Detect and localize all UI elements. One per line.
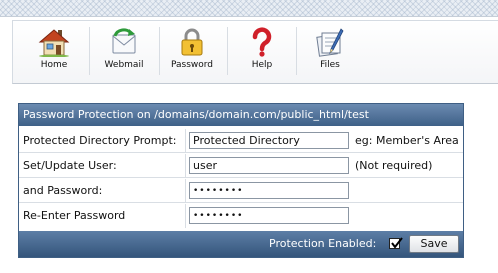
protection-enabled-checkbox[interactable] — [389, 237, 403, 249]
top-pattern-strip — [0, 0, 498, 16]
toolbar-label: Files — [320, 60, 340, 70]
column-divider — [185, 154, 186, 177]
user-label: Set/Update User: — [23, 159, 117, 172]
toolbar-webmail-button[interactable]: Webmail — [97, 21, 151, 83]
column-divider — [185, 179, 186, 202]
webmail-icon — [112, 28, 136, 54]
confirm-password-input[interactable]: •••••••• — [189, 207, 349, 224]
prompt-row: Protected Directory Prompt: Protected Di… — [19, 129, 463, 153]
toolbar-divider — [227, 27, 228, 75]
toolbar-divider — [89, 27, 90, 75]
panel-footer: Protection Enabled: Save — [19, 231, 463, 257]
prompt-hint: eg: Member's Area — [355, 134, 459, 147]
help-icon — [252, 27, 272, 57]
password-input[interactable]: •••••••• — [189, 182, 349, 199]
lock-icon — [181, 28, 203, 56]
column-divider — [185, 129, 186, 152]
checkmark-icon — [391, 237, 403, 249]
toolbar-label: Webmail — [104, 60, 144, 70]
password-row: and Password: •••••••• — [19, 179, 463, 203]
confirm-password-label: Re-Enter Password — [23, 209, 126, 222]
username-input[interactable]: user — [189, 157, 349, 174]
password-label: and Password: — [23, 184, 103, 197]
home-icon — [38, 29, 70, 57]
toolbar-divider — [159, 27, 160, 75]
toolbar-label: Password — [170, 60, 214, 70]
confirm-password-row: Re-Enter Password •••••••• — [19, 204, 463, 228]
user-row: Set/Update User: user (Not required) — [19, 154, 463, 178]
toolbar-divider — [296, 27, 297, 75]
toolbar-password-button[interactable]: Password — [167, 21, 217, 83]
directory-prompt-input[interactable]: Protected Directory — [189, 132, 349, 149]
panel-title: Password Protection on /domains/domain.c… — [19, 104, 463, 126]
toolbar-label: Home — [40, 60, 68, 70]
user-hint: (Not required) — [355, 159, 433, 172]
protection-enabled-label: Protection Enabled: — [269, 237, 377, 250]
top-separator — [0, 16, 498, 17]
files-icon — [316, 28, 344, 57]
toolbar-home-button[interactable]: Home — [33, 21, 75, 83]
toolbar-files-button[interactable]: Files — [309, 21, 351, 83]
save-button[interactable]: Save — [409, 235, 459, 253]
column-divider — [185, 204, 186, 228]
toolbar-help-button[interactable]: Help — [241, 21, 283, 83]
toolbar-label: Help — [251, 60, 273, 70]
password-protection-panel: Password Protection on /domains/domain.c… — [18, 103, 464, 258]
toolbar: Home Webmail Password Help Files — [12, 20, 498, 84]
prompt-label: Protected Directory Prompt: — [23, 134, 177, 147]
